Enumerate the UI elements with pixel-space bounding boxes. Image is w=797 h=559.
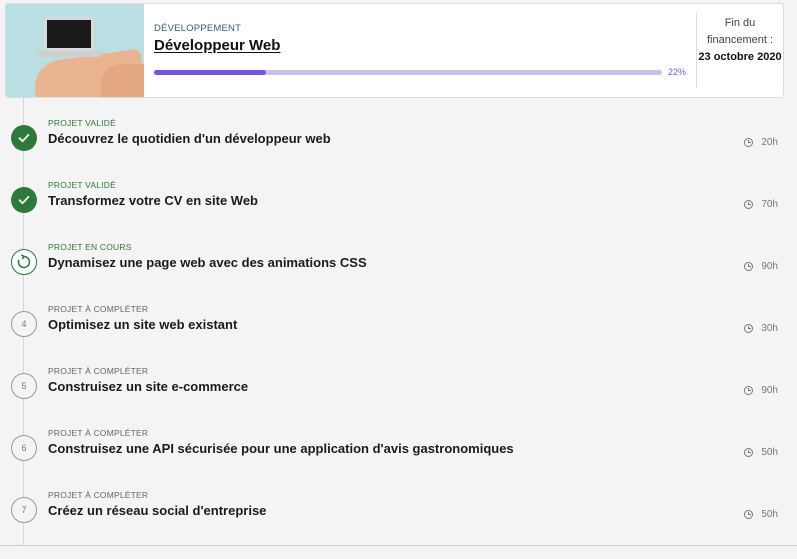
project-duration: 50h: [744, 447, 778, 458]
project-status: PROJET À COMPLÉTER: [48, 428, 149, 438]
divider: [0, 545, 797, 546]
course-card: DÉVELOPPEMENT Développeur Web 22% Fin du…: [5, 3, 784, 98]
project-duration-text: 90h: [761, 385, 778, 396]
project-duration-text: 70h: [761, 199, 778, 210]
course-category: DÉVELOPPEMENT: [154, 23, 242, 34]
project-duration: 30h: [744, 323, 778, 334]
project-status: PROJET EN COURS: [48, 242, 132, 252]
step-number-badge: 4: [11, 311, 37, 337]
course-progress: 22%: [154, 67, 686, 77]
project-item[interactable]: 7 PROJET À COMPLÉTER Créez un réseau socia…: [0, 485, 797, 547]
project-duration: 90h: [744, 261, 778, 272]
progress-bar-fill: [154, 69, 266, 75]
clock-icon: [744, 448, 754, 457]
progress-percentage: 22%: [668, 67, 687, 77]
project-item[interactable]: PROJET EN COURS Dynamisez une page web av…: [0, 237, 797, 299]
project-item[interactable]: 5 PROJET À COMPLÉTER Construisez un site e…: [0, 361, 797, 423]
project-duration-text: 30h: [761, 323, 778, 334]
project-duration: 90h: [744, 385, 778, 396]
funding-end: Fin du financement : 23 octobre 2020: [696, 13, 783, 88]
project-duration-text: 50h: [761, 447, 778, 458]
progress-bar: [154, 69, 662, 75]
clock-icon: [744, 324, 754, 333]
project-duration-text: 50h: [761, 509, 778, 520]
project-status: PROJET À COMPLÉTER: [48, 304, 149, 314]
funding-date: 23 octobre 2020: [698, 51, 782, 63]
funding-label: Fin du financement :: [706, 17, 774, 46]
project-item[interactable]: 4 PROJET À COMPLÉTER Optimisez un site web…: [0, 299, 797, 361]
project-title[interactable]: Créez un réseau social d'entreprise: [48, 503, 266, 518]
clock-icon: [744, 262, 754, 271]
project-title[interactable]: Découvrez le quotidien d'un développeur …: [48, 131, 331, 146]
checkmark-icon: [11, 187, 37, 213]
project-duration: 70h: [744, 199, 778, 210]
project-status: PROJET À COMPLÉTER: [48, 366, 149, 376]
project-title[interactable]: Optimisez un site web existant: [48, 317, 237, 332]
project-item[interactable]: PROJET VALIDÉ Transformez votre CV en sit…: [0, 175, 797, 237]
project-title[interactable]: Transformez votre CV en site Web: [48, 193, 258, 208]
clock-icon: [744, 510, 754, 519]
step-number-badge: 7: [11, 497, 37, 523]
course-info: DÉVELOPPEMENT Développeur Web 22%: [144, 4, 696, 97]
project-status: PROJET VALIDÉ: [48, 118, 116, 128]
project-status: PROJET VALIDÉ: [48, 180, 116, 190]
project-item[interactable]: 6 PROJET À COMPLÉTER Construisez une API s…: [0, 423, 797, 485]
clock-icon: [744, 386, 754, 395]
checkmark-icon: [11, 125, 37, 151]
step-number-badge: 5: [11, 373, 37, 399]
course-title-link[interactable]: Développeur Web: [154, 37, 280, 54]
project-item[interactable]: PROJET VALIDÉ Découvrez le quotidien d'un…: [0, 113, 797, 175]
clock-icon: [744, 138, 754, 147]
refresh-icon: [11, 249, 37, 275]
project-title[interactable]: Construisez un site e-commerce: [48, 379, 248, 394]
project-duration: 50h: [744, 509, 778, 520]
clock-icon: [744, 200, 754, 209]
project-title[interactable]: Dynamisez une page web avec des animatio…: [48, 255, 367, 270]
project-status: PROJET À COMPLÉTER: [48, 490, 149, 500]
project-duration-text: 90h: [761, 261, 778, 272]
project-duration-text: 20h: [761, 137, 778, 148]
step-number-badge: 6: [11, 435, 37, 461]
course-thumbnail-image: [6, 4, 144, 97]
project-title[interactable]: Construisez une API sécurisée pour une a…: [48, 441, 514, 456]
project-duration: 20h: [744, 137, 778, 148]
